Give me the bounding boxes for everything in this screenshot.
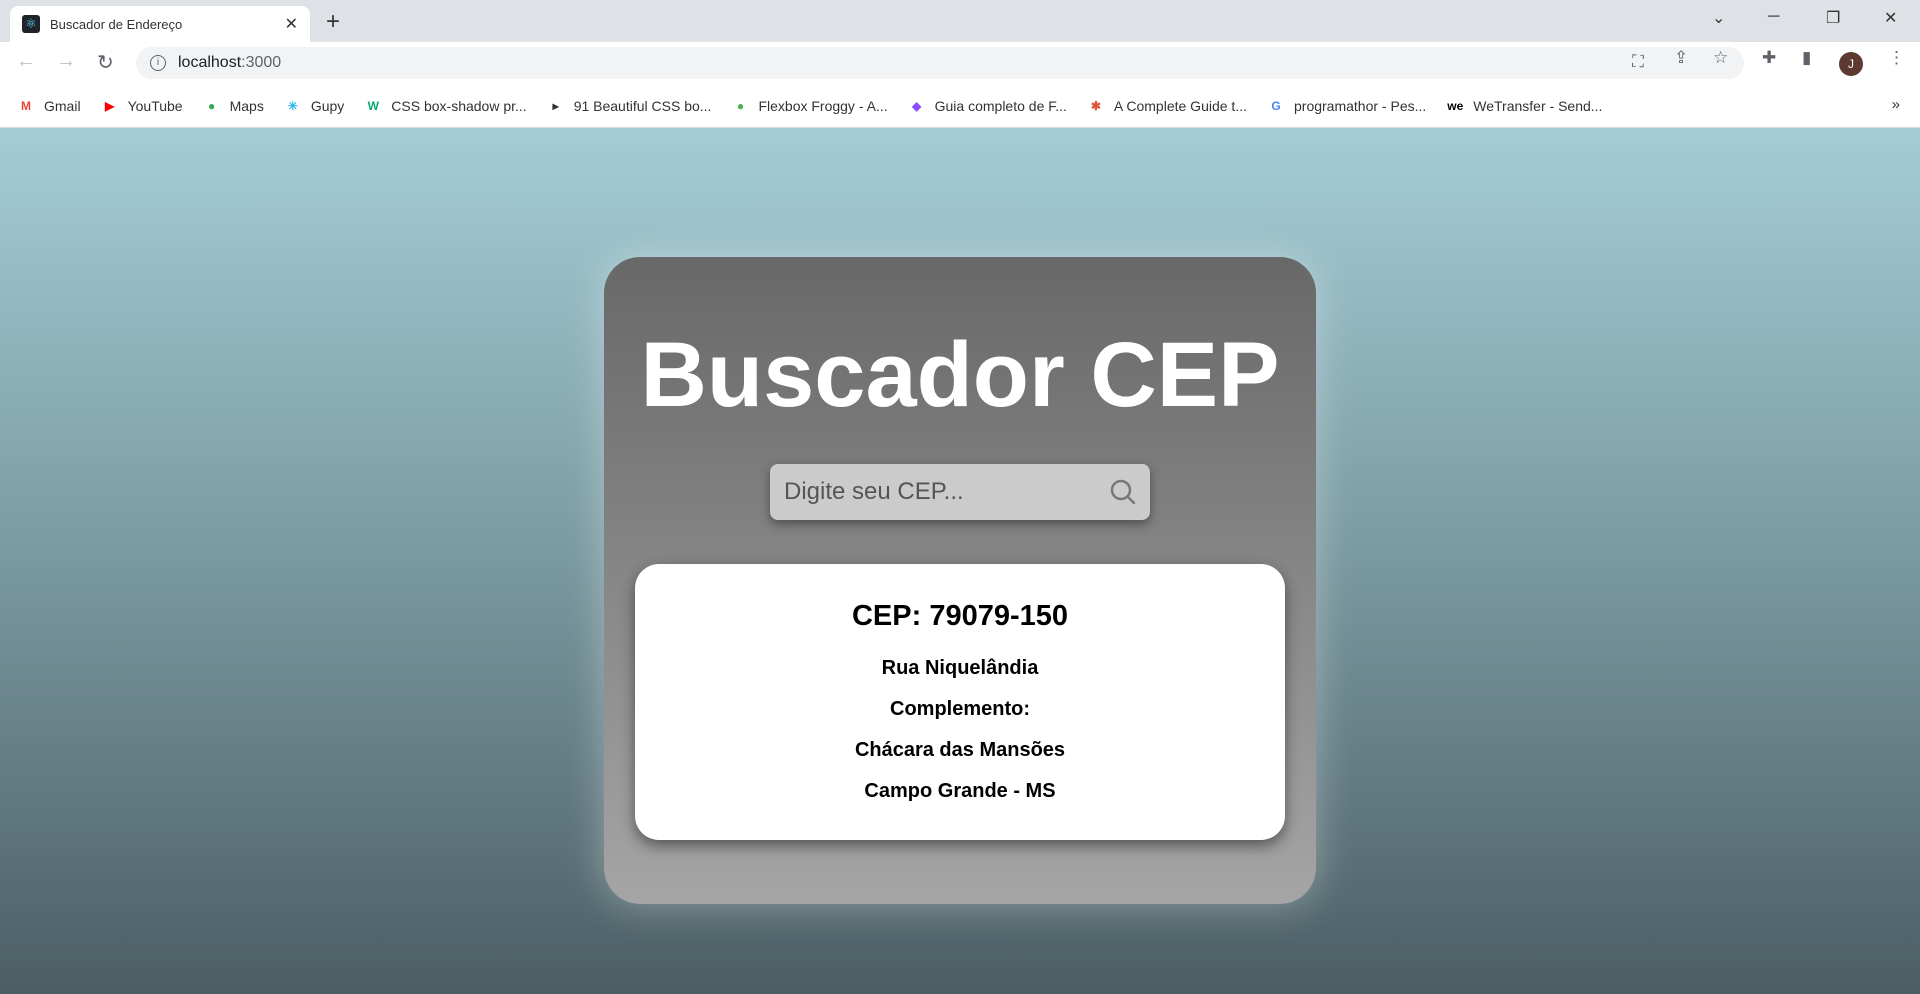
tab-strip: ⚛ Buscador de Endereço ✕ + ⌄ ─ ❐ ✕ xyxy=(0,0,1920,42)
profile-avatar[interactable]: J xyxy=(1839,52,1863,76)
gmail-icon: M xyxy=(21,98,31,113)
css-tricks-icon: ✱ xyxy=(1090,98,1101,113)
bookmarks-bar: M Gmail ▶ YouTube ● Maps ✳ Gupy W CSS box-shadow … xyxy=(0,84,1920,128)
bookmark-item[interactable]: ● Flexbox Froggy - A... xyxy=(732,97,888,114)
page-background: Buscador CEP CEP: 79079-150 Rua Niquelân… xyxy=(0,128,1920,994)
minimize-button[interactable]: ─ xyxy=(1768,8,1779,26)
gupy-icon: ✳ xyxy=(287,98,298,113)
bookmark-label: A Complete Guide t... xyxy=(1113,97,1247,114)
bookmark-item[interactable]: we WeTransfer - Send... xyxy=(1447,98,1602,114)
address-result: CEP: 79079-150 Rua Niquelândia Complemen… xyxy=(635,564,1285,840)
url-port: :3000 xyxy=(241,54,282,71)
bookmark-label: Guia completo de F... xyxy=(934,97,1067,114)
side-panel-icon[interactable]: ▮ xyxy=(1802,48,1811,68)
frog-icon: ● xyxy=(736,98,745,113)
result-neighborhood: Chácara das Mansões xyxy=(854,739,1066,761)
bookmark-item[interactable]: W CSS box-shadow pr... xyxy=(365,97,527,114)
bookmark-label: Maps xyxy=(229,97,264,114)
bookmark-item[interactable]: M Gmail xyxy=(18,98,81,114)
share-icon[interactable]: ⇪ xyxy=(1674,48,1688,68)
bookmark-item[interactable]: ▶ YouTube xyxy=(102,98,183,114)
cep-search-box xyxy=(770,464,1150,520)
result-city: Campo Grande - MS xyxy=(864,780,1056,802)
forward-button[interactable]: → xyxy=(56,50,76,73)
result-cep: CEP: 79079-150 xyxy=(851,600,1069,632)
cursor-icon: ▸ xyxy=(552,98,559,113)
google-icon: G xyxy=(1271,98,1281,113)
wetransfer-icon: we xyxy=(1447,98,1464,113)
bookmark-item[interactable]: ◆ Guia completo de F... xyxy=(909,98,1067,114)
translate-icon[interactable]: ⛶ xyxy=(1632,52,1644,72)
tab-search-icon[interactable]: ⌄ xyxy=(1712,8,1725,28)
bookmark-item[interactable]: ✳ Gupy xyxy=(285,97,345,114)
search-icon[interactable] xyxy=(1110,479,1136,505)
bookmark-item[interactable]: ✱ A Complete Guide t... xyxy=(1088,98,1247,114)
close-window-button[interactable]: ✕ xyxy=(1884,8,1897,28)
restore-button[interactable]: ❐ xyxy=(1826,8,1840,28)
bookmark-label: 91 Beautiful CSS bo... xyxy=(573,97,712,114)
bookmark-label: CSS box-shadow pr... xyxy=(391,97,527,114)
bookmark-item[interactable]: Gprogramathor - Pes... xyxy=(1268,98,1426,114)
origamid-icon: ◆ xyxy=(912,98,922,113)
close-tab-icon[interactable]: ✕ xyxy=(285,14,298,34)
new-tab-button[interactable]: + xyxy=(326,8,340,36)
info-icon[interactable]: i xyxy=(150,55,166,71)
back-button[interactable]: ← xyxy=(16,50,36,73)
bookmark-label: Flexbox Froggy - A... xyxy=(758,97,888,114)
page-title: Buscador CEP xyxy=(640,324,1280,426)
bookmark-item[interactable]: ● Maps xyxy=(204,98,264,114)
bookmark-item[interactable]: ▸ 91 Beautiful CSS bo... xyxy=(548,98,712,114)
bookmark-label: Gmail xyxy=(44,97,81,114)
tab-title: Buscador de Endereço xyxy=(50,16,183,32)
toolbar: ← → ↻ i localhost:3000 ⛶ ⇪ ☆ ✚ ▮ J ⋮ xyxy=(0,42,1920,84)
reload-button[interactable]: ↻ xyxy=(97,50,114,75)
url-host: localhost xyxy=(178,54,242,71)
more-bookmarks-icon[interactable]: » xyxy=(1892,96,1900,113)
maps-icon: ● xyxy=(207,98,216,113)
w3-icon: W xyxy=(367,98,379,113)
browser-tab[interactable]: ⚛ Buscador de Endereço ✕ xyxy=(10,6,310,42)
bookmark-label: WeTransfer - Send... xyxy=(1473,97,1603,114)
react-favicon-icon: ⚛ xyxy=(22,15,40,33)
cep-input[interactable] xyxy=(784,478,1110,506)
extensions-icon[interactable]: ✚ xyxy=(1762,48,1776,68)
result-complement: Complemento: xyxy=(890,698,1030,720)
address-bar[interactable]: i localhost:3000 xyxy=(136,47,1744,79)
bookmark-star-icon[interactable]: ☆ xyxy=(1713,48,1728,68)
bookmark-label: Gupy xyxy=(310,97,345,114)
bookmark-label: programathor - Pes... xyxy=(1294,97,1427,114)
search-card: Buscador CEP CEP: 79079-150 Rua Niquelân… xyxy=(604,257,1316,904)
menu-icon[interactable]: ⋮ xyxy=(1888,48,1905,68)
bookmark-label: YouTube xyxy=(127,97,183,114)
youtube-icon: ▶ xyxy=(104,98,115,113)
result-street: Rua Niquelândia xyxy=(881,657,1039,679)
